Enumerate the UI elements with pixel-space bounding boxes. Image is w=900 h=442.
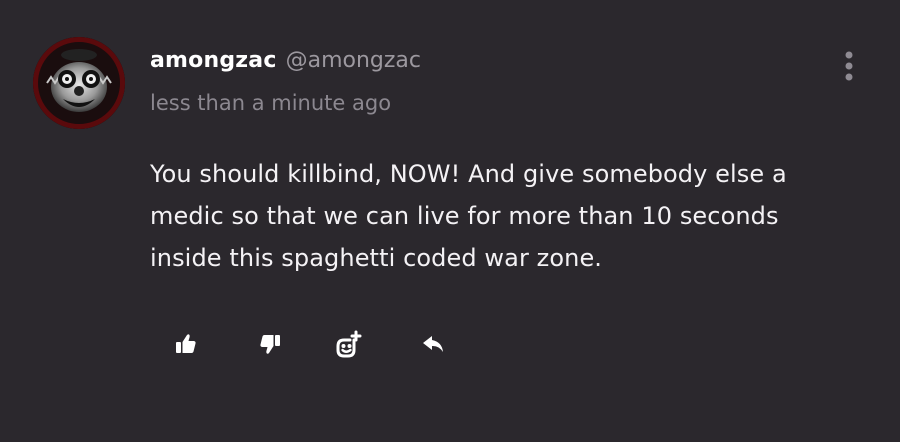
comment-card: amongzac @amongzac less than a minute ag… [0, 0, 900, 442]
reply-icon [423, 336, 443, 352]
more-options-button[interactable] [836, 48, 862, 84]
reply-button[interactable] [413, 324, 453, 364]
dislike-button[interactable] [250, 324, 290, 364]
add-reaction-button[interactable] [328, 324, 368, 364]
comment-body: You should killbind, NOW! And give someb… [150, 153, 870, 279]
author-handle[interactable]: @amongzac [286, 48, 421, 73]
thumbs-down-icon [260, 335, 280, 354]
timestamp: less than a minute ago [150, 91, 392, 115]
thumbs-up-icon [176, 334, 196, 353]
comment-body-line: medic so that we can live for more than … [150, 202, 779, 230]
avatar[interactable] [33, 37, 125, 129]
like-button[interactable] [165, 324, 205, 364]
more-vertical-icon [845, 51, 853, 81]
comment-body-line: You should killbind, NOW! And give someb… [150, 160, 787, 188]
comment-body-line: inside this spaghetti coded war zone. [150, 244, 603, 272]
clown-face-icon [33, 37, 125, 129]
author-name[interactable]: amongzac [150, 48, 277, 73]
add-reaction-icon [336, 330, 362, 358]
comment-header: amongzac @amongzac [150, 48, 421, 82]
